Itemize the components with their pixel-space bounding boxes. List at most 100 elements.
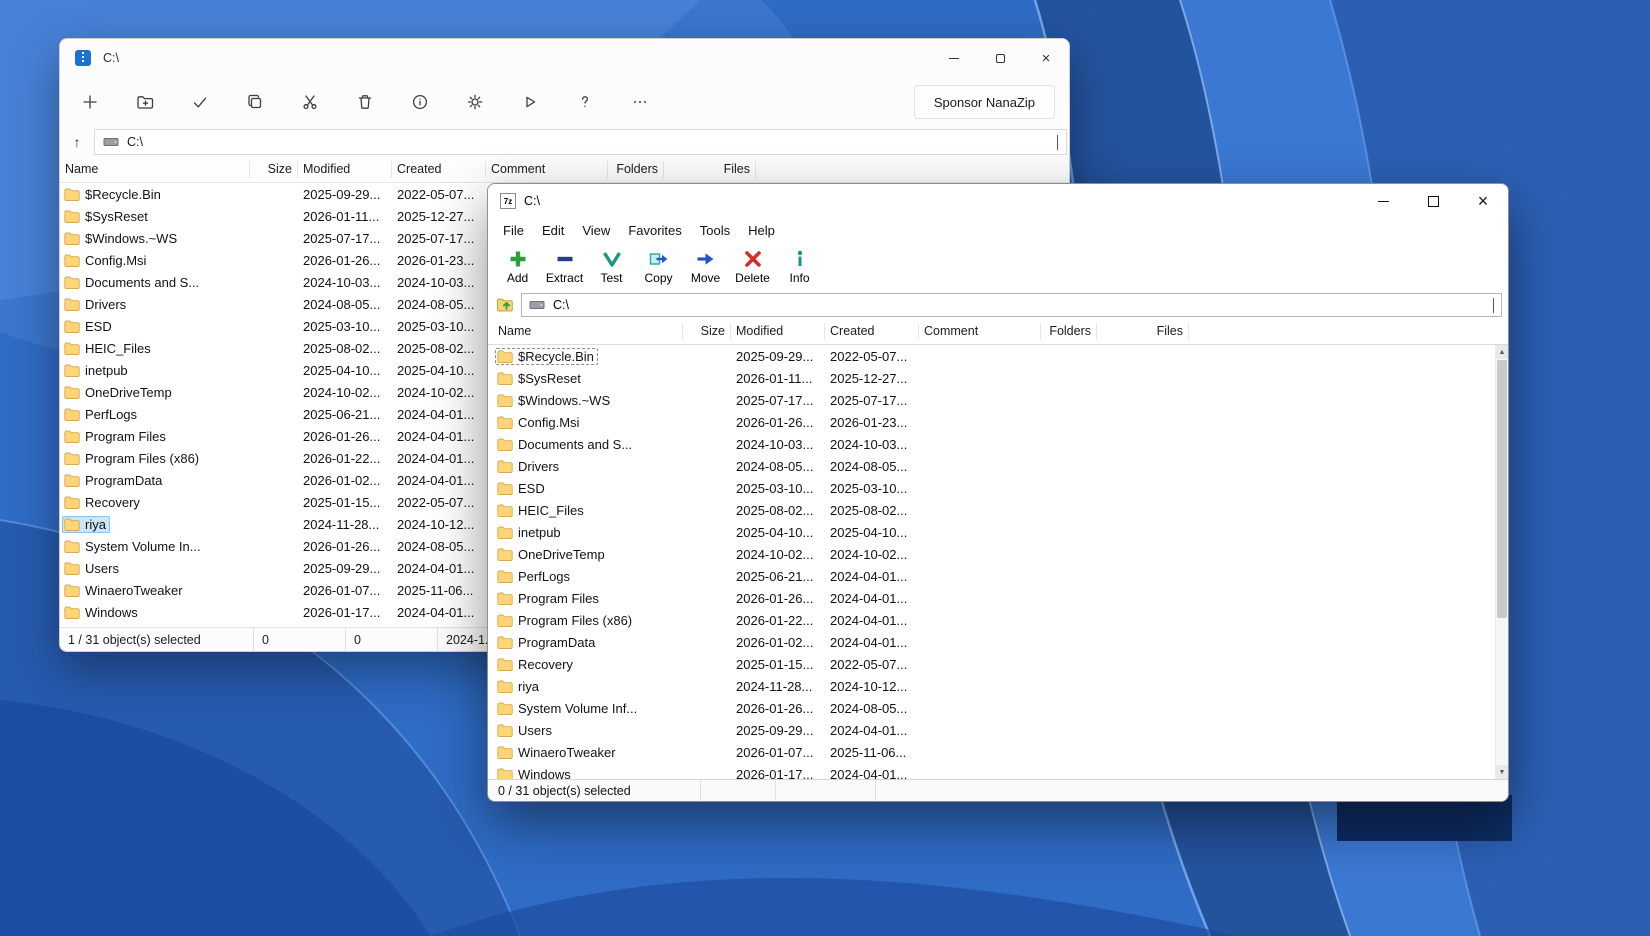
copy-button[interactable] [235,84,275,120]
test-icon [602,249,622,269]
folder-icon [497,658,513,671]
file-row[interactable]: System Volume Inf...2026-01-26...2024-08… [488,697,1508,719]
minimize-button[interactable] [1358,184,1408,218]
delete-button[interactable]: Delete [729,244,776,289]
up-arrow-icon: ↑ [74,134,81,150]
file-row[interactable]: HEIC_Files2025-08-02...2025-08-02... [488,499,1508,521]
column-header-created[interactable]: Created [825,323,919,340]
add-button[interactable]: Add [494,244,541,289]
column-header-modified[interactable]: Modified [731,323,825,340]
maximize-button[interactable] [1408,184,1458,218]
file-row[interactable]: Program Files2026-01-26...2024-04-01... [488,587,1508,609]
nanazip-address-bar[interactable]: C:\ [94,129,1067,155]
drive-icon [529,299,545,311]
folder-icon [64,232,80,245]
folder-icon [497,724,513,737]
file-row[interactable]: inetpub2025-04-10...2025-04-10... [488,521,1508,543]
column-header-files[interactable]: Files [1097,323,1189,340]
more-button[interactable] [620,84,660,120]
folder-icon [497,394,513,407]
file-row[interactable]: Program Files (x86)2026-01-22...2024-04-… [488,609,1508,631]
menu-favorites[interactable]: Favorites [619,218,690,242]
file-row[interactable]: Users2025-09-29...2024-04-01... [488,719,1508,741]
column-header-comment[interactable]: Comment [486,161,608,178]
file-row[interactable]: WinaeroTweaker2026-01-07...2025-11-06... [488,741,1508,763]
folder-icon [497,438,513,451]
column-header-created[interactable]: Created [392,161,486,178]
menu-file[interactable]: File [494,218,533,242]
sevenzip-column-headers: Name Size Modified Created Comment Folde… [488,319,1508,345]
folder-icon [497,702,513,715]
status-selection: 0 / 31 object(s) selected [488,780,701,801]
column-header-size[interactable]: Size [683,323,731,340]
close-button[interactable]: × [1458,184,1508,218]
column-header-folders[interactable]: Folders [608,161,664,178]
play-icon [521,93,539,111]
test-button[interactable]: Test [588,244,635,289]
cut-button[interactable] [290,84,330,120]
test-button[interactable] [180,84,220,120]
parent-folder-button[interactable] [496,297,514,313]
scrollbar-thumb[interactable] [1497,360,1507,618]
chevron-down-icon[interactable] [1493,298,1494,312]
up-button[interactable]: ↑ [64,129,90,155]
scroll-down-arrow[interactable]: ▼ [1496,765,1508,779]
menu-help[interactable]: Help [739,218,784,242]
file-row[interactable]: Config.Msi2026-01-26...2026-01-23... [488,411,1508,433]
settings-button[interactable] [455,84,495,120]
column-header-modified[interactable]: Modified [298,161,392,178]
folder-icon [497,416,513,429]
column-header-files[interactable]: Files [664,161,756,178]
sevenzip-address-bar[interactable]: C:\ [521,293,1502,317]
sponsor-button[interactable]: Sponsor NanaZip [914,85,1055,119]
new-folder-button[interactable] [125,84,165,120]
run-button[interactable] [510,84,550,120]
column-header-size[interactable]: Size [250,161,298,178]
close-button[interactable]: × [1023,39,1069,77]
file-name: ESD [85,319,112,334]
folder-icon [64,474,80,487]
file-name: ProgramData [518,635,595,650]
file-row[interactable]: Documents and S...2024-10-03...2024-10-0… [488,433,1508,455]
minimize-button[interactable] [931,39,977,77]
column-header-comment[interactable]: Comment [919,323,1041,340]
folder-icon [497,460,513,473]
file-name: WinaeroTweaker [85,583,183,598]
delete-button[interactable] [345,84,385,120]
file-name: $Windows.~WS [85,231,177,246]
column-header-name[interactable]: Name [60,161,250,178]
scroll-up-arrow[interactable]: ▲ [1496,345,1508,359]
extract-button[interactable]: Extract [541,244,588,289]
menu-view[interactable]: View [573,218,619,242]
chevron-down-icon[interactable] [1057,135,1058,149]
file-row[interactable]: OneDriveTemp2024-10-02...2024-10-02... [488,543,1508,565]
add-button[interactable] [70,84,110,120]
folder-icon [64,210,80,223]
move-button[interactable]: Move [682,244,729,289]
help-button[interactable] [565,84,605,120]
menu-edit[interactable]: Edit [533,218,573,242]
info-button[interactable] [400,84,440,120]
file-name: ESD [518,481,545,496]
file-row[interactable]: riya2024-11-28...2024-10-12... [488,675,1508,697]
info-button[interactable]: Info [776,244,823,289]
file-row[interactable]: $Windows.~WS2025-07-17...2025-07-17... [488,389,1508,411]
copy-button[interactable]: Copy [635,244,682,289]
file-row[interactable]: Drivers2024-08-05...2024-08-05... [488,455,1508,477]
column-header-name[interactable]: Name [493,323,683,340]
sevenzip-window: 7z C:\ × File Edit View Favorites Tools … [487,183,1509,802]
file-row[interactable]: Windows2026-01-17...2024-04-01... [488,763,1508,779]
file-row[interactable]: Recovery2025-01-15...2022-05-07... [488,653,1508,675]
nanazip-address-row: ↑ C:\ [60,127,1069,157]
file-row[interactable]: PerfLogs2025-06-21...2024-04-01... [488,565,1508,587]
address-text: C:\ [127,135,143,149]
file-name: $Windows.~WS [518,393,610,408]
file-row[interactable]: $SysReset2026-01-11...2025-12-27... [488,367,1508,389]
menu-tools[interactable]: Tools [691,218,739,242]
file-row[interactable]: ESD2025-03-10...2025-03-10... [488,477,1508,499]
maximize-button[interactable] [977,39,1023,77]
sevenzip-vertical-scrollbar[interactable]: ▲ ▼ [1495,345,1508,779]
file-row[interactable]: ProgramData2026-01-02...2024-04-01... [488,631,1508,653]
column-header-folders[interactable]: Folders [1041,323,1097,340]
file-row[interactable]: $Recycle.Bin2025-09-29...2022-05-07... [488,345,1508,367]
